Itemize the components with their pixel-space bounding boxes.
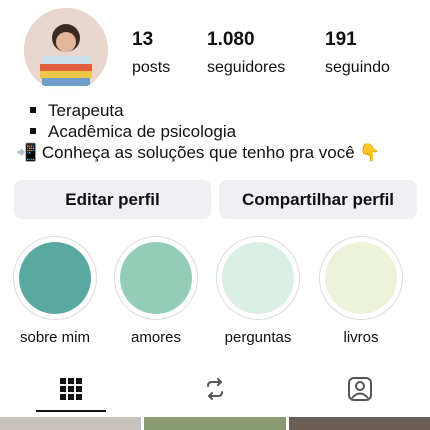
post-thumbnail[interactable] [0,417,141,430]
highlight-cover [19,242,91,314]
highlight-ring [216,236,300,320]
highlight-label: perguntas [224,329,292,346]
highlight-label: livros [343,329,379,346]
bio-line: Terapeuta [18,100,428,121]
highlight-cover [325,242,397,314]
highlight-cover [222,242,294,314]
highlight-label: sobre mim [19,329,90,346]
posts-count: 13 [132,29,154,50]
post-thumbnail[interactable] [289,417,430,430]
tab-posts-grid[interactable] [41,368,101,410]
reels-icon [207,378,223,400]
tab-tagged[interactable] [330,368,390,410]
profile-bio: Terapeuta Acadêmica de psicologia 📲 Conh… [16,100,428,163]
highlight-livros[interactable]: livros [316,236,406,346]
highlight-sobre-mim[interactable]: sobre mim [10,236,100,346]
following-label: seguindo [325,59,390,76]
bio-line: 📲 Conheça as soluções que tenho pra você… [16,142,428,163]
tagged-icon [348,377,372,401]
stat-posts[interactable]: 13 posts [132,28,170,80]
bullet-icon [30,107,36,114]
following-count: 191 [325,29,357,50]
stat-following[interactable]: 191 seguindo [325,28,390,80]
grid-icon [60,378,82,400]
highlight-perguntas[interactable]: perguntas [213,236,303,346]
bullet-icon [30,128,36,135]
stat-followers[interactable]: 1.080 seguidores [207,28,285,80]
bio-line: Acadêmica de psicologia [18,121,428,142]
bio-text: Acadêmica de psicologia [48,122,237,141]
highlight-cover [120,242,192,314]
edit-profile-button[interactable]: Editar perfil [14,180,211,219]
highlight-ring [13,236,97,320]
highlight-ring [114,236,198,320]
bio-text: Terapeuta [48,101,124,120]
highlight-ring [319,236,403,320]
profile-stats: 13 posts 1.080 seguidores 191 seguindo [0,28,430,88]
post-thumbnail[interactable] [144,417,286,430]
tab-reels[interactable] [185,368,245,410]
posts-label: posts [132,59,171,76]
share-profile-button[interactable]: Compartilhar perfil [219,180,417,219]
active-tab-indicator [36,410,106,412]
highlight-amores[interactable]: amores [111,236,201,346]
bio-text: 📲 Conheça as soluções que tenho pra você… [16,143,381,162]
highlight-label: amores [130,329,182,346]
followers-label: seguidores [207,59,286,76]
followers-count: 1.080 [207,29,255,50]
